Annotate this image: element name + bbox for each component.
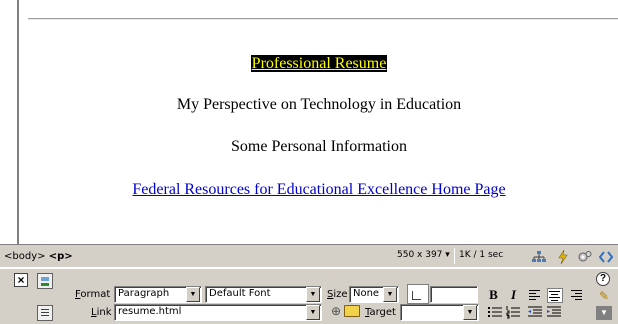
perspective-text: My Perspective on Technology in Educatio… (176, 96, 462, 113)
size-label-text: ize (333, 289, 348, 300)
target-dropdown-button[interactable]: ▼ (463, 305, 477, 320)
outdent-icon[interactable] (527, 305, 543, 320)
list-page-icon[interactable] (37, 305, 53, 321)
format-value: Paragraph (118, 288, 170, 299)
help-icon[interactable]: ? (596, 272, 610, 286)
text-color-swatch[interactable] (407, 284, 429, 304)
indent-icon[interactable] (546, 305, 562, 320)
bottom-link-line: Federal Resources for Educational Excell… (20, 181, 618, 199)
format-label-text: ormat (80, 289, 111, 300)
lightning-icon[interactable] (555, 249, 571, 265)
align-right-button[interactable] (569, 288, 585, 303)
image-icon (37, 273, 53, 289)
tag-p[interactable]: <p> (49, 251, 73, 262)
size-label: Size (327, 289, 348, 300)
align-center-button[interactable] (547, 288, 563, 303)
download-time: 1K / 1 sec (459, 250, 504, 260)
link-label: Link (91, 307, 112, 318)
format-dropdown-button[interactable]: ▼ (186, 287, 200, 302)
link-value: resume.html (118, 306, 182, 317)
federal-resources-link[interactable]: Federal Resources for Educational Excell… (132, 181, 505, 198)
tag-body[interactable]: <body> (4, 251, 46, 262)
font-select[interactable]: Default Font (205, 286, 322, 303)
bold-button[interactable]: B (485, 287, 502, 303)
quick-tag-editor-icon[interactable]: ✎ (597, 289, 611, 303)
expand-collapse-icon[interactable]: ▼ (596, 306, 612, 320)
site-map-icon[interactable] (531, 249, 547, 265)
document-canvas[interactable]: Professional Resume My Perspective on Te… (0, 0, 618, 244)
window-size-value: 550 x 397 (397, 250, 443, 260)
font-dropdown-button[interactable]: ▼ (306, 287, 320, 302)
target-label: Target (365, 307, 396, 318)
tag-selector: <body> <p> (4, 251, 73, 262)
professional-resume-link[interactable]: Professional Resume (250, 55, 388, 72)
browse-folder-icon[interactable] (344, 305, 360, 317)
italic-button[interactable]: I (505, 287, 522, 303)
unordered-list-icon[interactable] (487, 305, 503, 320)
gears-icon[interactable] (577, 249, 593, 265)
point-to-file-icon[interactable]: ⊕ (329, 304, 343, 318)
heading-line: Professional Resume (20, 55, 618, 73)
ordered-list-icon[interactable] (505, 305, 521, 320)
target-label-text: arget (369, 307, 396, 318)
personal-info-text: Some Personal Information (231, 138, 407, 155)
property-inspector: × Format Paragraph ▼ Default Font ▼ Size… (0, 268, 618, 324)
link-dropdown-button[interactable]: ▼ (306, 305, 320, 320)
font-value: Default Font (209, 288, 271, 299)
link-input[interactable]: resume.html (114, 304, 322, 321)
size-value: None (353, 288, 380, 299)
link-label-text: ink (96, 307, 112, 318)
left-margin-rule (17, 0, 19, 244)
align-left-button[interactable] (527, 288, 543, 303)
close-icon[interactable]: × (14, 273, 28, 287)
code-brackets-icon[interactable] (598, 249, 614, 265)
format-label: Format (75, 289, 111, 300)
status-bar: <body> <p> 550 x 397 ▾ 1K / 1 sec (0, 244, 618, 268)
window-size-dropdown[interactable]: 550 x 397 ▾ (397, 250, 450, 260)
text-color-input[interactable] (430, 286, 478, 303)
status-separator (454, 248, 455, 264)
size-dropdown-button[interactable]: ▼ (383, 287, 397, 302)
horizontal-rule (28, 18, 618, 20)
